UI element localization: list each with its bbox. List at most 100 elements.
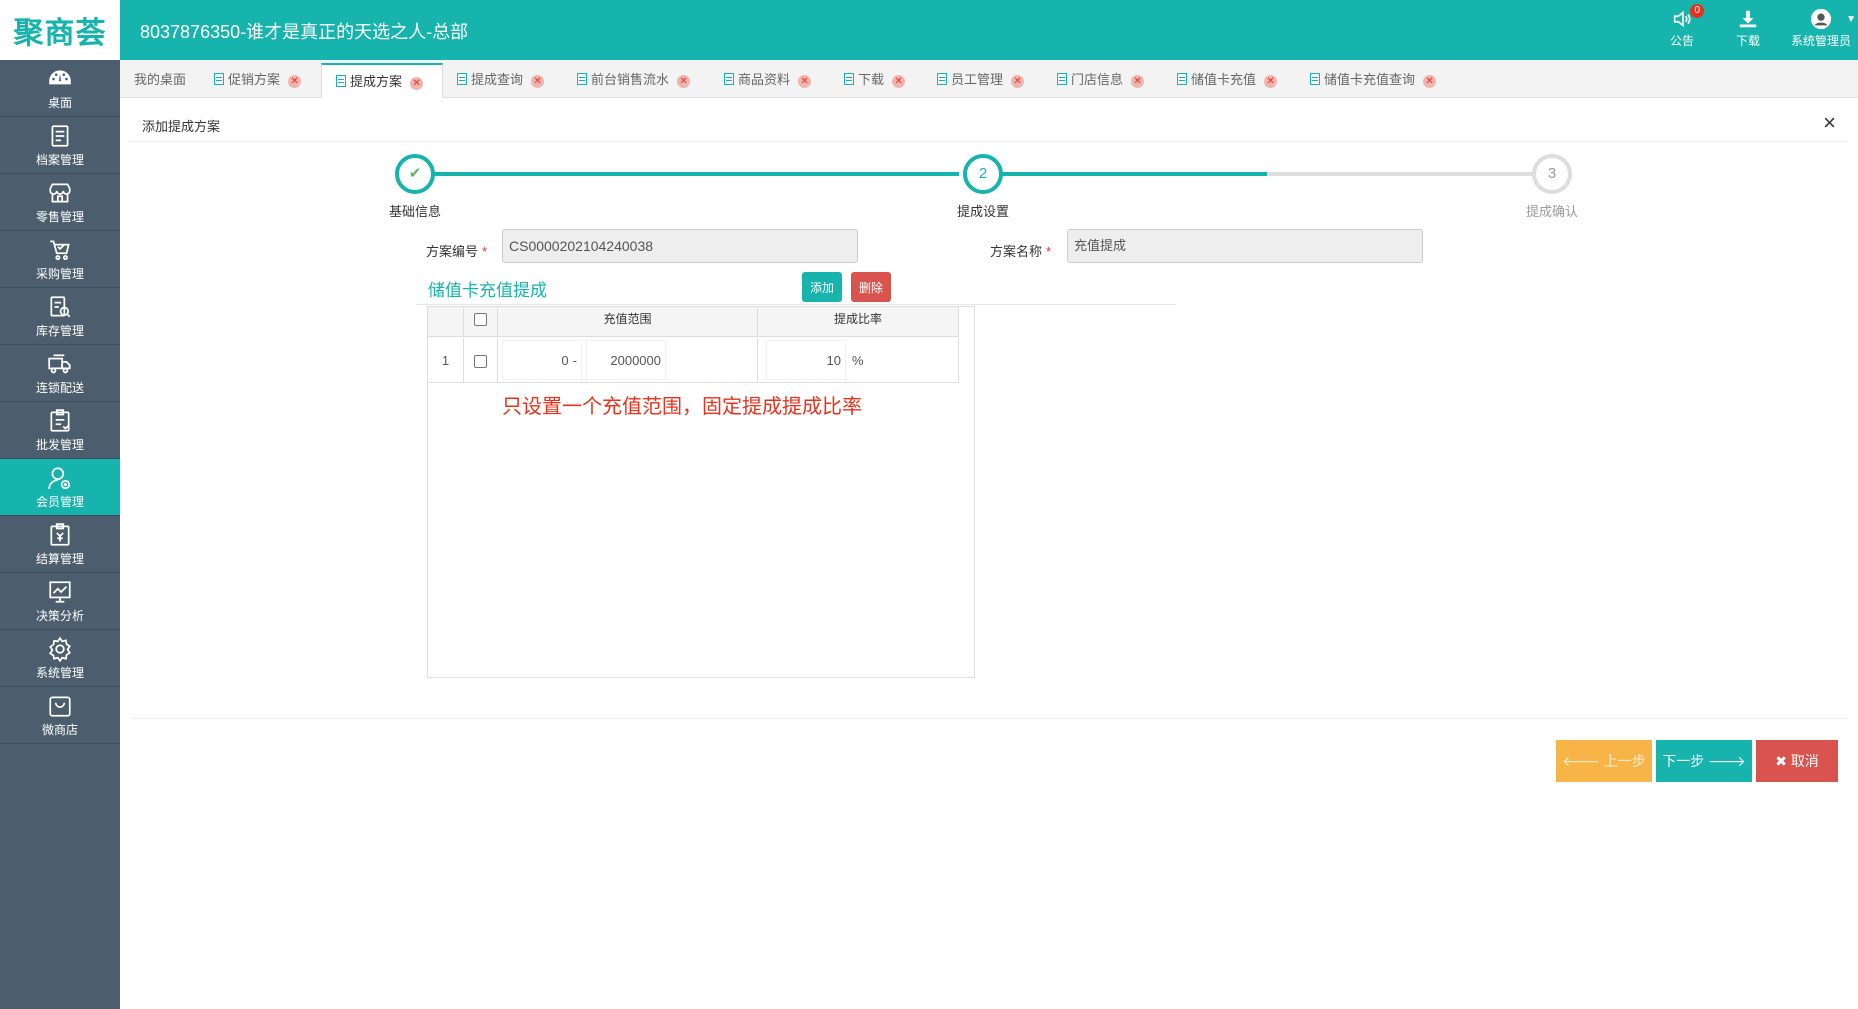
- row-checkbox[interactable]: [474, 355, 487, 369]
- sidebar-label: 会员管理: [35, 495, 84, 509]
- document-icon: [937, 73, 947, 85]
- truck-icon: [48, 354, 71, 374]
- tab-download[interactable]: 下载 ✕: [830, 63, 906, 98]
- download-button[interactable]: 下载: [1736, 8, 1760, 49]
- notice-label: 公告: [1670, 34, 1695, 48]
- document-icon: [214, 73, 224, 85]
- sidebar-item-member[interactable]: 会员管理: [0, 459, 120, 516]
- close-tab-icon[interactable]: ✕: [1131, 75, 1145, 88]
- close-tab-icon[interactable]: ✕: [798, 75, 812, 88]
- sidebar-label: 采购管理: [35, 267, 84, 281]
- arrow-right-icon: 🡒: [1708, 753, 1746, 769]
- gear-icon: [49, 636, 71, 662]
- sidebar-item-wholesale[interactable]: 批发管理: [0, 402, 120, 459]
- sidebar-item-settlement[interactable]: 结算管理: [0, 516, 120, 573]
- tab-staff[interactable]: 员工管理 ✕: [923, 63, 1025, 98]
- sidebar-item-microshop[interactable]: 微商店: [0, 687, 120, 744]
- name-label-text: 方案名称: [990, 244, 1043, 259]
- tab-product-info[interactable]: 商品资料 ✕: [710, 63, 812, 98]
- rate-input[interactable]: 10: [766, 340, 846, 380]
- sidebar-item-inventory[interactable]: 库存管理: [0, 288, 120, 345]
- sidebar-item-purchase[interactable]: 采购管理: [0, 231, 120, 288]
- sidebar-label: 结算管理: [35, 552, 84, 566]
- select-all-checkbox[interactable]: [474, 313, 487, 327]
- tab-my-desktop[interactable]: 我的桌面: [120, 63, 186, 98]
- document-icon: [1177, 73, 1187, 85]
- document-icon: [457, 73, 467, 85]
- tab-commission-query[interactable]: 提成查询 ✕: [443, 63, 545, 98]
- tab-promotion[interactable]: 促销方案 ✕: [200, 63, 302, 98]
- header-range: 充值范围: [498, 307, 758, 337]
- cancel-button[interactable]: ✖ 取消: [1756, 740, 1838, 782]
- add-button[interactable]: 添加: [802, 272, 842, 302]
- document-icon: [1310, 73, 1320, 85]
- sidebar-label: 桌面: [47, 96, 72, 110]
- tab-card-recharge-query[interactable]: 储值卡充值查询 ✕: [1296, 63, 1437, 98]
- close-tab-icon[interactable]: ✕: [288, 75, 302, 88]
- close-icon[interactable]: ×: [1823, 110, 1836, 136]
- member-icon: [48, 467, 71, 490]
- range-from-value: 0: [561, 353, 569, 368]
- tab-store-info[interactable]: 门店信息 ✕: [1043, 63, 1145, 98]
- close-tab-icon[interactable]: ✕: [531, 75, 545, 88]
- sidebar-label: 连锁配送: [35, 381, 84, 395]
- sidebar-item-analysis[interactable]: 决策分析: [0, 573, 120, 630]
- tab-label: 门店信息: [1071, 72, 1124, 87]
- sidebar-item-distribution[interactable]: 连锁配送: [0, 345, 120, 402]
- user-menu[interactable]: 系统管理员 ▼: [1786, 8, 1856, 49]
- step-progress-remaining: [1267, 172, 1535, 176]
- sidebar-label: 零售管理: [35, 210, 84, 224]
- code-input[interactable]: CS0000202104240038: [502, 229, 858, 263]
- sidebar-item-system[interactable]: 系统管理: [0, 630, 120, 687]
- chart-icon: [49, 581, 71, 603]
- divider: [416, 304, 1176, 305]
- prev-step-button[interactable]: 🡐 上一步: [1556, 740, 1652, 782]
- tab-label: 提成方案: [350, 74, 403, 89]
- logo-text: 聚商荟: [13, 16, 107, 51]
- close-tab-icon[interactable]: ✕: [1011, 75, 1025, 88]
- delete-button[interactable]: 删除: [851, 272, 891, 302]
- tab-label: 储值卡充值: [1191, 72, 1257, 87]
- avatar-icon: [1810, 8, 1832, 30]
- sidebar-item-archive[interactable]: 档案管理: [0, 117, 120, 174]
- notice-count-badge: 0: [1690, 4, 1705, 18]
- range-separator: -: [572, 353, 577, 368]
- tab-card-recharge[interactable]: 储值卡充值 ✕: [1163, 63, 1278, 98]
- tab-label: 员工管理: [951, 72, 1004, 87]
- grid-scroll-gutter: [959, 307, 974, 677]
- code-label-text: 方案编号: [426, 244, 479, 259]
- document-icon: [1057, 73, 1067, 85]
- range-to-input[interactable]: 2000000: [586, 340, 666, 380]
- next-step-label: 下一步: [1662, 753, 1705, 769]
- tab-sales-flow[interactable]: 前台销售流水 ✕: [563, 63, 691, 98]
- range-cell: 0- 2000000: [498, 338, 758, 383]
- step-3-label: 提成确认: [1525, 204, 1578, 219]
- name-input[interactable]: 充值提成: [1067, 229, 1423, 263]
- footer-divider: [132, 718, 1848, 719]
- archive-icon: [51, 125, 69, 147]
- dashboard-icon: [49, 70, 71, 85]
- notice-button[interactable]: 0 公告: [1670, 4, 1705, 49]
- close-tab-icon[interactable]: ✕: [677, 75, 691, 88]
- tab-commission-plan[interactable]: 提成方案 ✕: [321, 63, 443, 98]
- next-step-button[interactable]: 下一步 🡒: [1656, 740, 1752, 782]
- close-tab-icon[interactable]: ✕: [1264, 75, 1278, 88]
- step-progress-done: [434, 172, 959, 176]
- sidebar: 桌面 档案管理 零售管理 采购管理 库存管理 连锁配送 批发管理 会员管理 结算…: [0, 60, 120, 1009]
- range-from-input[interactable]: 0-: [502, 340, 582, 380]
- close-tab-icon[interactable]: ✕: [410, 77, 424, 90]
- name-label: 方案名称 *: [990, 241, 1051, 260]
- tab-label: 前台销售流水: [591, 72, 670, 87]
- brand-logo: 聚商荟: [0, 0, 120, 60]
- close-tab-icon[interactable]: ✕: [1423, 75, 1437, 88]
- document-icon: [577, 73, 587, 85]
- table-header: 充值范围 提成比率: [428, 307, 974, 337]
- sidebar-item-retail[interactable]: 零售管理: [0, 174, 120, 231]
- annotation-text: 只设置一个充值范围，固定提成提成比率: [502, 396, 862, 418]
- document-icon: [724, 73, 734, 85]
- step-2-label: 提成设置: [956, 204, 1009, 219]
- tab-label: 我的桌面: [134, 72, 187, 87]
- sidebar-item-desktop[interactable]: 桌面: [0, 60, 120, 117]
- document-icon: [336, 75, 346, 87]
- close-tab-icon[interactable]: ✕: [892, 75, 906, 88]
